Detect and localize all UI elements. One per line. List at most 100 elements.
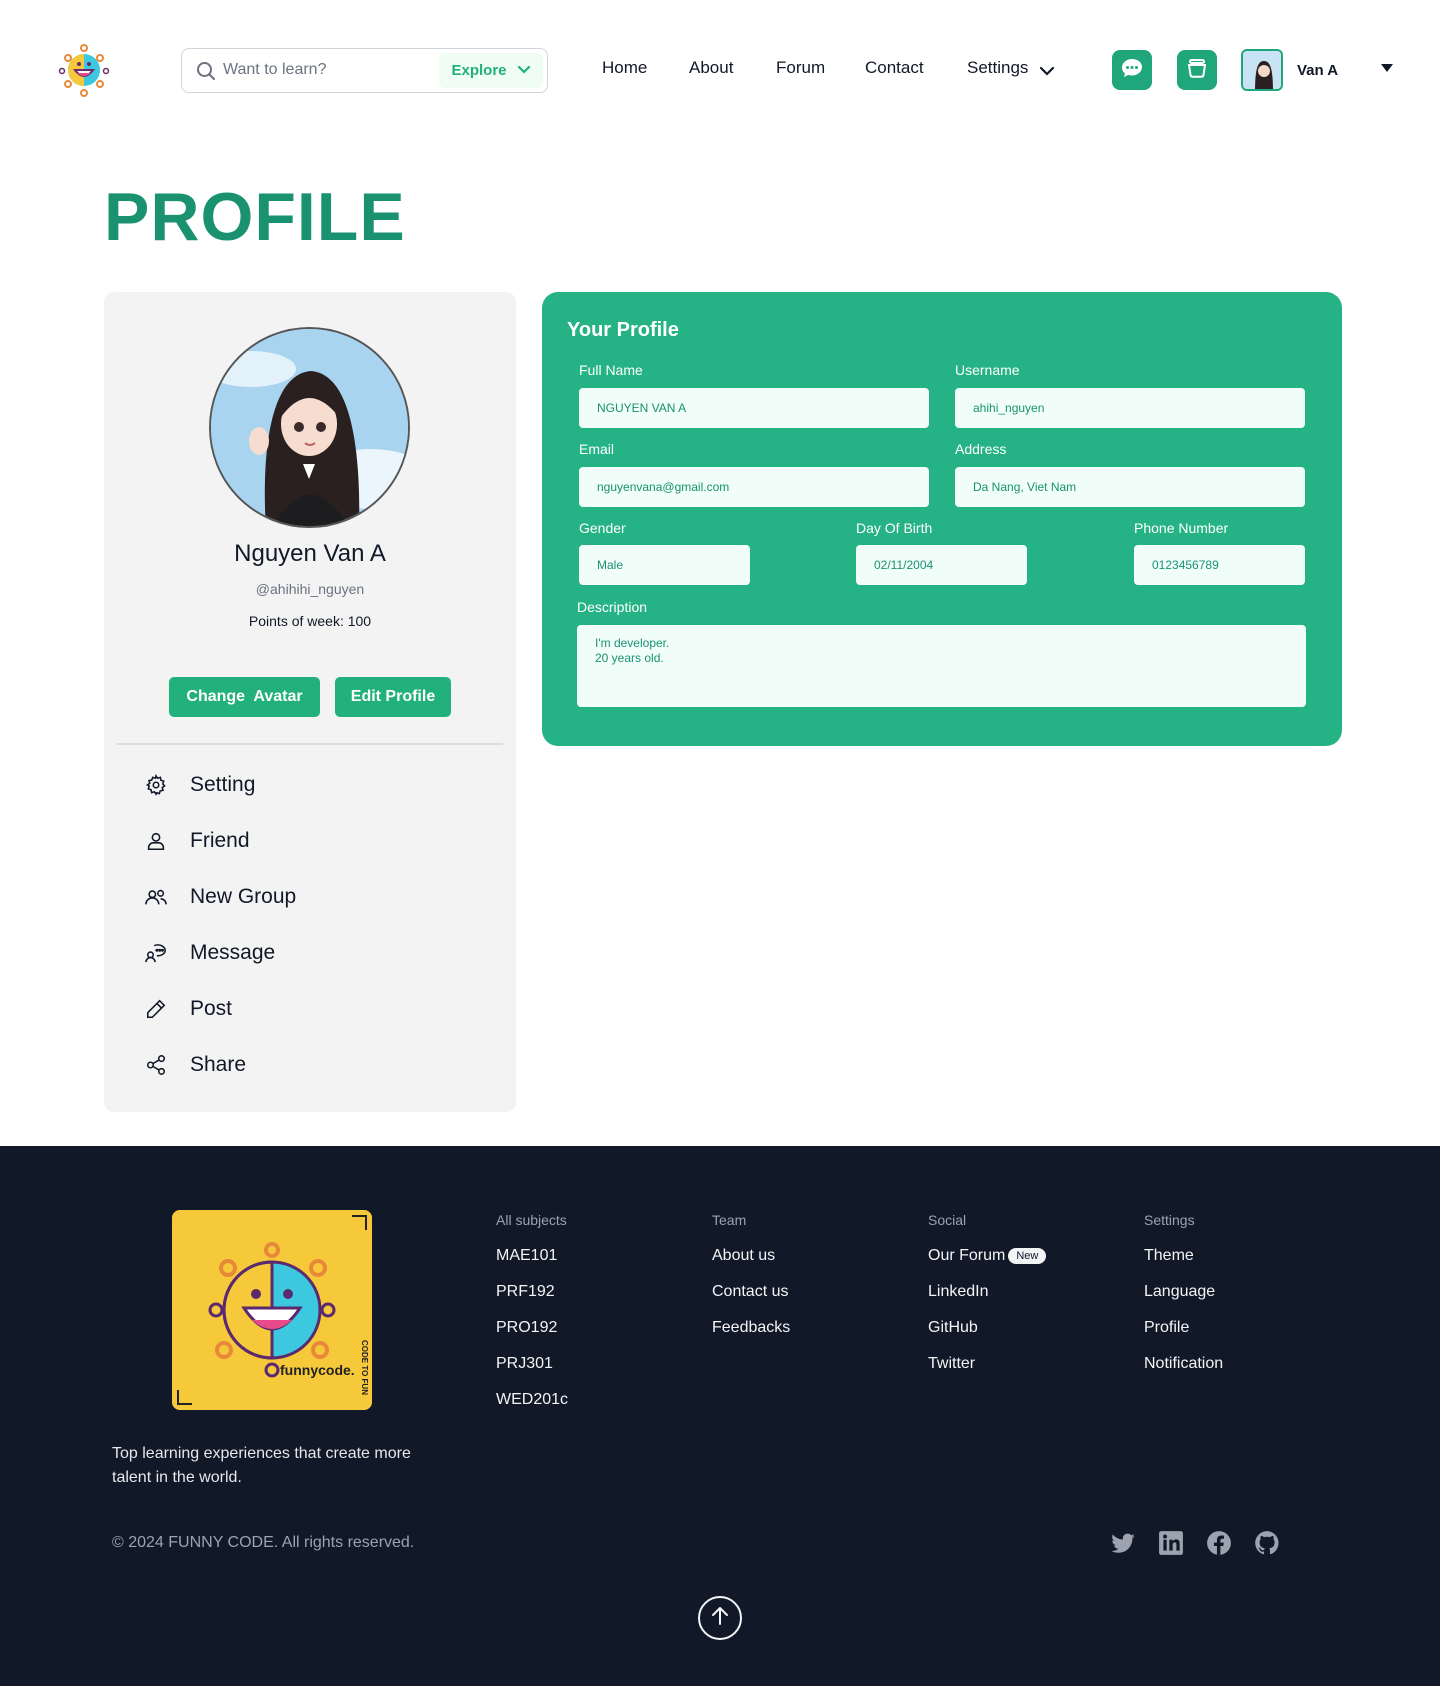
footer-link[interactable]: Notification [1144,1355,1223,1373]
email-label: Email [579,441,615,457]
footer-logo-text: funnycode. [280,1362,355,1378]
dob-label: Day Of Birth [856,520,933,536]
footer-link-label: Our Forum [928,1247,1006,1264]
menu-item-label: Friend [190,829,250,852]
full-name-field[interactable] [579,388,929,428]
nav-about[interactable]: About [689,58,733,78]
phone-field[interactable] [1134,545,1305,585]
profile-points: Points of week: 100 [248,613,372,629]
explore-dropdown[interactable]: Explore [439,53,543,88]
user-name: Van A [1297,62,1339,79]
footer-link[interactable]: GitHub [928,1319,978,1337]
gear-icon [144,773,168,797]
footer-logo[interactable]: funnycode. CODE TO FUN [172,1210,372,1410]
menu-item-label: Message [190,941,276,964]
footer-link[interactable]: About us [712,1247,775,1265]
chat-icon [144,941,168,965]
menu-item-new-group[interactable]: New Group [144,877,474,917]
footer-link[interactable]: Feedbacks [712,1319,790,1337]
footer-col-title-social: Social [928,1212,967,1228]
copyright: © 2024 FUNNY CODE. All rights reserved. [112,1534,415,1551]
settings-chevron-icon[interactable] [1039,63,1055,81]
back-to-top-button[interactable] [698,1596,742,1640]
dob-field[interactable] [856,545,1027,585]
description-label: Description [577,599,648,615]
footer-logo-side-text: CODE TO FUN [360,1340,369,1395]
footer-link[interactable]: Twitter [928,1355,975,1373]
messages-button[interactable] [1112,50,1152,90]
username-field[interactable] [955,388,1305,428]
profile-avatar [209,327,410,528]
footer-link[interactable]: Contact us [712,1283,788,1301]
username-label: Username [955,362,1020,378]
footer-link[interactable]: Language [1144,1283,1215,1301]
footer-col-title-subjects: All subjects [496,1212,567,1228]
share-icon [144,1053,168,1077]
footer-link[interactable]: Theme [1144,1247,1194,1265]
new-badge: New [1008,1248,1047,1264]
search-bar: Explore [181,48,548,93]
search-input[interactable] [223,57,413,83]
pencil-icon [144,997,168,1021]
footer-link[interactable]: PRO192 [496,1319,557,1337]
phone-label: Phone Number [1134,520,1229,536]
menu-item-label: Post [190,997,233,1020]
footer-link[interactable]: WED201c [496,1391,568,1409]
full-name-label: Full Name [579,362,643,378]
form-title: Your Profile [567,319,679,341]
nav-forum[interactable]: Forum [776,58,825,78]
github-icon[interactable] [1254,1530,1280,1556]
menu-item-friend[interactable]: Friend [144,821,474,861]
profile-name: Nguyen Van A [234,540,386,567]
menu-item-message[interactable]: Message [144,933,474,973]
footer-tagline: Top learning experiences that create mor… [112,1445,411,1486]
address-field[interactable] [955,467,1305,507]
footer-link[interactable]: Profile [1144,1319,1189,1337]
email-field[interactable] [579,467,929,507]
footer: funnycode. CODE TO FUN Top learning expe… [0,1146,1440,1686]
menu-item-setting[interactable]: Setting [144,765,474,805]
basket-icon [1185,56,1209,85]
divider [117,743,503,745]
chat-bubble-icon [1120,57,1144,84]
user-icon [144,829,168,853]
footer-link[interactable]: LinkedIn [928,1283,989,1301]
footer-col-title-team: Team [712,1212,747,1228]
profile-form-card: Your Profile Full Name Username Email Ad… [542,292,1342,746]
change-avatar-button[interactable]: Change Avatar [169,677,320,717]
footer-link[interactable]: PRJ301 [496,1355,553,1373]
site-logo[interactable] [54,42,114,98]
profile-card: Nguyen Van A @ahihihi_nguyen Points of w… [104,292,516,1112]
gender-field[interactable] [579,545,750,585]
arrow-up-icon [709,1605,731,1632]
menu-item-label: Share [190,1053,247,1076]
user-avatar[interactable] [1241,49,1283,91]
twitter-icon[interactable] [1110,1530,1136,1556]
nav-settings[interactable]: Settings [967,58,1028,78]
gender-label: Gender [579,520,626,536]
explore-label: Explore [451,62,507,79]
menu-item-post[interactable]: Post [144,989,474,1029]
nav-contact[interactable]: Contact [865,58,924,78]
menu-item-label: New Group [190,885,297,908]
menu-item-label: Setting [190,773,256,796]
header: Explore Home About Forum Contact Setting… [0,0,1440,140]
page-title: PROFILE [104,179,406,255]
nav-home[interactable]: Home [602,58,647,78]
description-field[interactable]: I'm developer. 20 years old. [577,625,1306,707]
footer-col-title-settings: Settings [1144,1212,1195,1228]
profile-username: @ahihihi_nguyen [255,581,365,597]
menu-item-share[interactable]: Share [144,1045,474,1085]
address-label: Address [955,441,1007,457]
footer-link[interactable]: MAE101 [496,1247,557,1265]
facebook-icon[interactable] [1206,1530,1232,1556]
users-icon [144,885,168,909]
footer-link-forum[interactable]: Our Forum New [928,1247,1047,1265]
footer-link[interactable]: PRF192 [496,1283,555,1301]
linkedin-icon[interactable] [1158,1530,1184,1556]
search-icon [196,61,216,81]
user-menu-caret-icon[interactable] [1381,64,1393,72]
chevron-down-icon [517,62,531,79]
edit-profile-button[interactable]: Edit Profile [335,677,451,717]
cart-button[interactable] [1177,50,1217,90]
